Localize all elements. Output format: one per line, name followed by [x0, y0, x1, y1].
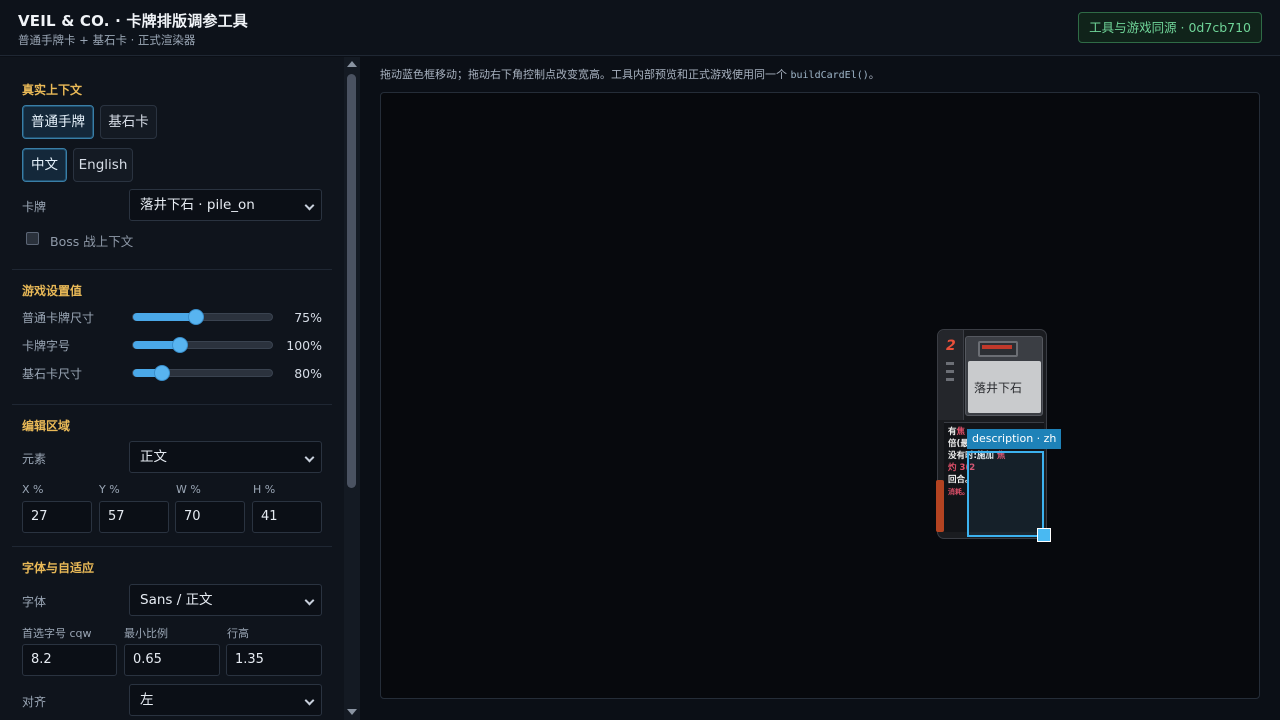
font-select[interactable]: Sans / 正文	[129, 584, 322, 616]
scroll-thumb[interactable]	[347, 74, 356, 488]
preferred-size-input[interactable]: 8.2	[22, 644, 117, 676]
card-name-plate: 落井下石	[968, 361, 1041, 413]
slider-knob[interactable]	[188, 309, 204, 325]
h-percent-input[interactable]: 41	[252, 501, 322, 533]
cornerstone-size-slider[interactable]	[132, 365, 273, 381]
y-percent-input[interactable]: 57	[99, 501, 169, 533]
align-select-value: 左	[140, 692, 154, 708]
field-label-h: H %	[253, 483, 276, 496]
selection-box[interactable]	[967, 451, 1044, 537]
section-title-font: 字体与自适应	[22, 561, 95, 575]
slider-knob[interactable]	[154, 365, 170, 381]
align-select[interactable]: 左	[129, 684, 322, 716]
top-bar: VEIL & CO. · 卡牌排版调参工具 普通手牌卡 + 基石卡 · 正式渲染…	[0, 0, 1280, 56]
section-divider	[12, 546, 332, 547]
chevron-down-icon	[304, 695, 315, 706]
app-subtitle: 普通手牌卡 + 基石卡 · 正式渲染器	[18, 33, 196, 47]
canvas-hint-code: buildCardEl()	[790, 70, 869, 81]
card-select-value: 落井下石 · pile_on	[140, 197, 255, 213]
font-select-value: Sans / 正文	[140, 592, 213, 608]
line-height-input[interactable]: 1.35	[226, 644, 322, 676]
chevron-down-icon	[304, 452, 315, 463]
cornerstone-size-value: 80%	[294, 366, 322, 381]
tab-lang-zh[interactable]: 中文	[22, 148, 67, 182]
element-select-value: 正文	[140, 449, 167, 465]
canvas-hint: 拖动蓝色框移动；拖动右下角控制点改变宽高。工具内部预览和正式游戏使用同一个 bu…	[380, 66, 880, 82]
canvas-hint-text: 拖动蓝色框移动；拖动右下角控制点改变宽高。工具内部预览和正式游戏使用同一个	[380, 68, 791, 81]
slider-label-cornerstone-size: 基石卡尺寸	[22, 367, 83, 381]
chevron-down-icon	[304, 595, 315, 606]
slider-knob[interactable]	[172, 337, 188, 353]
canvas-hint-end: 。	[868, 68, 880, 81]
tab-cornerstone-card[interactable]: 基石卡	[100, 105, 157, 139]
card-name: 落井下石	[974, 381, 1023, 395]
card-art-handle	[978, 341, 1018, 357]
card-tick	[946, 370, 954, 373]
card-size-slider[interactable]	[132, 309, 273, 325]
slider-label-font-size: 卡牌字号	[22, 339, 71, 353]
slider-label-card-size: 普通卡牌尺寸	[22, 311, 95, 325]
element-select[interactable]: 正文	[129, 441, 322, 473]
align-select-label: 对齐	[22, 695, 47, 709]
card-cost: 2	[946, 338, 956, 354]
boss-context-label: Boss 战上下文	[50, 234, 134, 249]
field-label-preferred-size: 首选字号 cqw	[22, 627, 92, 640]
field-label-line-height: 行高	[227, 627, 249, 640]
section-divider	[12, 404, 332, 405]
card-art-redbar	[982, 345, 1012, 349]
w-percent-input[interactable]: 70	[175, 501, 245, 533]
card-select-label: 卡牌	[22, 200, 47, 214]
card-tick	[946, 362, 954, 365]
section-title-context: 真实上下文	[22, 83, 83, 97]
sidebar-scrollbar[interactable]	[344, 57, 360, 720]
field-label-min-ratio: 最小比例	[124, 627, 168, 640]
card-art: 落井下石	[965, 336, 1043, 416]
scroll-up-arrow-icon[interactable]	[347, 61, 357, 67]
scroll-down-arrow-icon[interactable]	[347, 709, 357, 715]
settings-sidebar: 真实上下文 普通手牌 基石卡 中文 English 卡牌 落井下石 · pile…	[0, 57, 344, 720]
min-ratio-input[interactable]: 0.65	[124, 644, 220, 676]
selection-tag: description · zh	[967, 429, 1062, 449]
card-size-value: 75%	[294, 310, 322, 325]
field-label-x: X %	[22, 483, 44, 496]
section-title-edit-area: 编辑区域	[22, 419, 71, 433]
preview-canvas[interactable]: 2 落井下石 有焦 倍(最 没有时:施加 焦灼 3(2 回合。 消耗。 desc…	[380, 92, 1260, 699]
chevron-down-icon	[304, 200, 315, 211]
font-size-slider[interactable]	[132, 337, 273, 353]
sync-status-badge[interactable]: 工具与游戏同源 · 0d7cb710	[1078, 12, 1262, 43]
tab-normal-card[interactable]: 普通手牌	[22, 105, 94, 139]
x-percent-input[interactable]: 27	[22, 501, 92, 533]
card-tick	[946, 378, 954, 381]
font-select-label: 字体	[22, 595, 47, 609]
card-cost-plate: 2	[938, 330, 964, 420]
resize-handle[interactable]	[1037, 528, 1051, 542]
field-label-y: Y %	[99, 483, 120, 496]
section-title-game-settings: 游戏设置值	[22, 284, 83, 298]
app-title: VEIL & CO. · 卡牌排版调参工具	[18, 12, 248, 30]
field-label-w: W %	[176, 483, 201, 496]
font-size-value: 100%	[286, 338, 322, 353]
section-divider	[12, 269, 332, 270]
element-select-label: 元素	[22, 452, 47, 466]
card-side-accent	[936, 480, 944, 532]
boss-context-checkbox[interactable]	[26, 232, 39, 245]
card-select[interactable]: 落井下石 · pile_on	[129, 189, 322, 221]
tab-lang-en[interactable]: English	[73, 148, 133, 182]
